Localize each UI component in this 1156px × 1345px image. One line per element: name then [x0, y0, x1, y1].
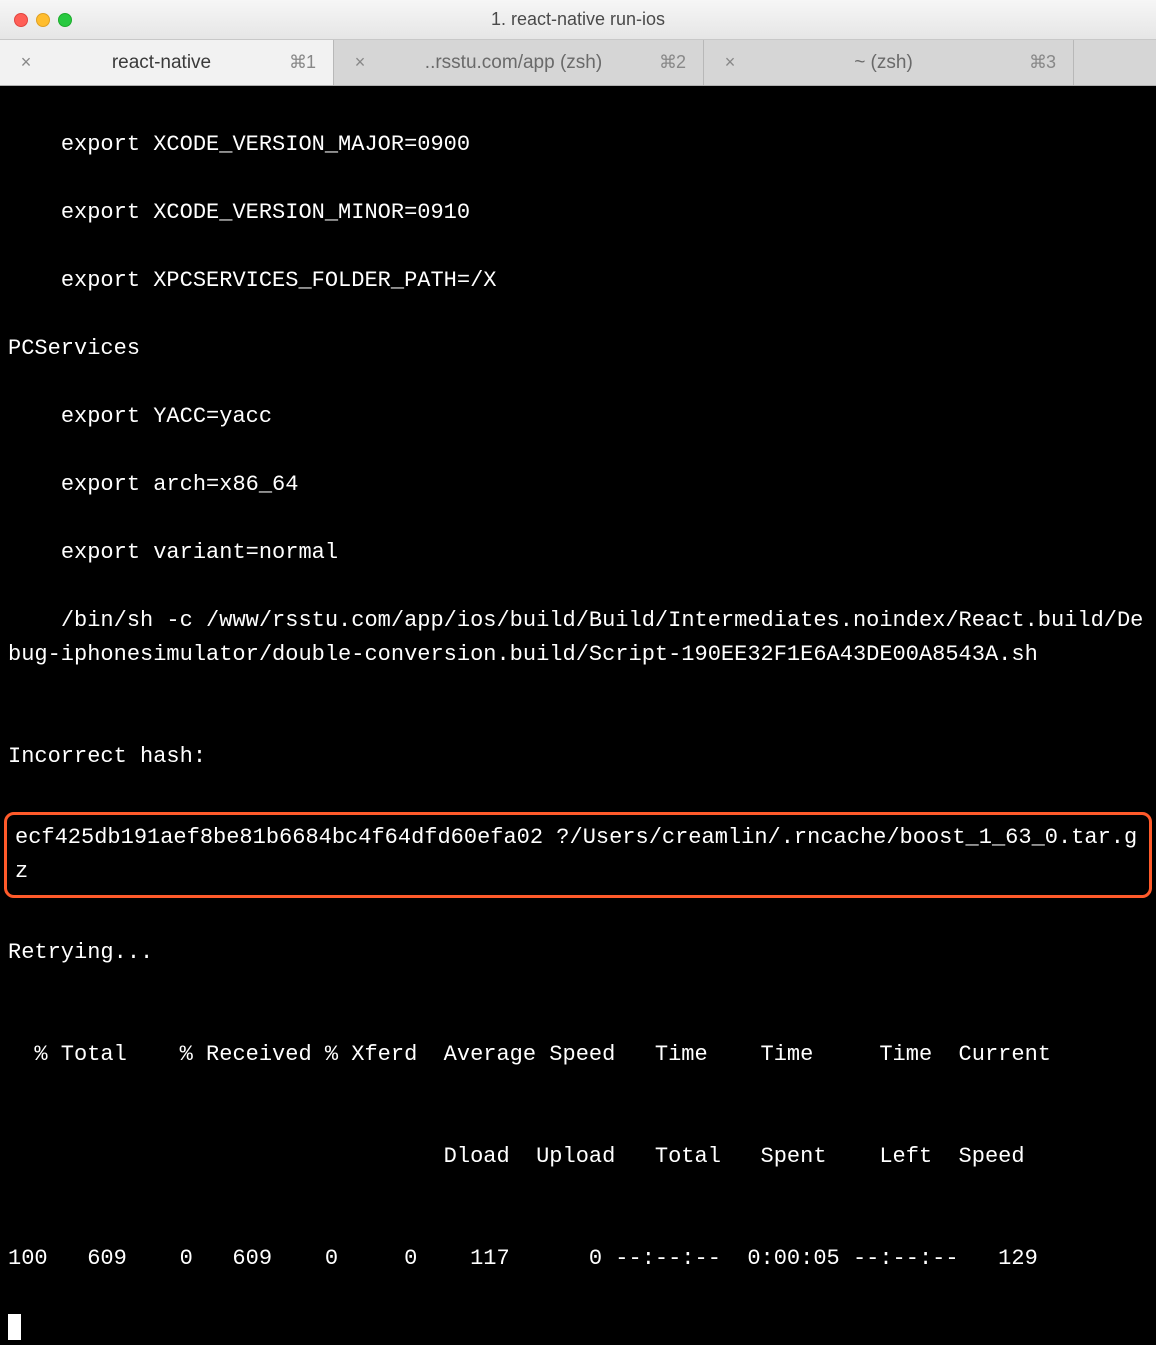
terminal-cursor: [8, 1314, 21, 1340]
terminal-line: Incorrect hash:: [8, 740, 1148, 774]
tab-shortcut: ⌘3: [1029, 52, 1055, 73]
terminal-line: Retrying...: [8, 936, 1148, 970]
terminal-line: ecf425db191aef8be81b6684bc4f64dfd60efa02…: [15, 825, 1137, 884]
traffic-lights: [0, 13, 72, 27]
tabs-bar: × react-native ⌘1 × ..rsstu.com/app (zsh…: [0, 40, 1156, 86]
terminal-line: export XPCSERVICES_FOLDER_PATH=/X: [8, 264, 1148, 298]
terminal-line: export XCODE_VERSION_MINOR=0910: [8, 196, 1148, 230]
terminal-line: Dload Upload Total Spent Left Speed: [8, 1140, 1148, 1174]
terminal-line: export arch=x86_64: [8, 468, 1148, 502]
tab-rsstu-app[interactable]: × ..rsstu.com/app (zsh) ⌘2: [334, 40, 704, 85]
tab-react-native[interactable]: × react-native ⌘1: [0, 40, 334, 85]
close-window-button[interactable]: [14, 13, 28, 27]
maximize-window-button[interactable]: [58, 13, 72, 27]
tab-shortcut: ⌘1: [289, 52, 315, 73]
tab-shortcut: ⌘2: [659, 52, 685, 73]
tab-label: react-native: [46, 52, 277, 74]
terminal-line: 100 609 0 609 0 0 117 0 --:--:-- 0:00:05…: [8, 1242, 1148, 1276]
tab-home-zsh[interactable]: × ~ (zsh) ⌘3: [704, 40, 1074, 85]
window-titlebar: 1. react-native run-ios: [0, 0, 1156, 40]
close-icon[interactable]: ×: [18, 52, 34, 73]
terminal-line: PCServices: [8, 332, 1148, 366]
terminal-line: export variant=normal: [8, 536, 1148, 570]
terminal-output[interactable]: export XCODE_VERSION_MAJOR=0900 export X…: [0, 86, 1156, 938]
highlighted-hash-error: ecf425db191aef8be81b6684bc4f64dfd60efa02…: [4, 812, 1152, 898]
terminal-line: export XCODE_VERSION_MAJOR=0900: [8, 128, 1148, 162]
minimize-window-button[interactable]: [36, 13, 50, 27]
tab-label: ..rsstu.com/app (zsh): [380, 52, 647, 74]
close-icon[interactable]: ×: [352, 52, 368, 73]
terminal-line: export YACC=yacc: [8, 400, 1148, 434]
close-icon[interactable]: ×: [722, 52, 738, 73]
tab-label: ~ (zsh): [750, 52, 1017, 74]
window-title: 1. react-native run-ios: [0, 9, 1156, 30]
terminal-line: /bin/sh -c /www/rsstu.com/app/ios/build/…: [8, 604, 1148, 672]
terminal-line: % Total % Received % Xferd Average Speed…: [8, 1038, 1148, 1072]
